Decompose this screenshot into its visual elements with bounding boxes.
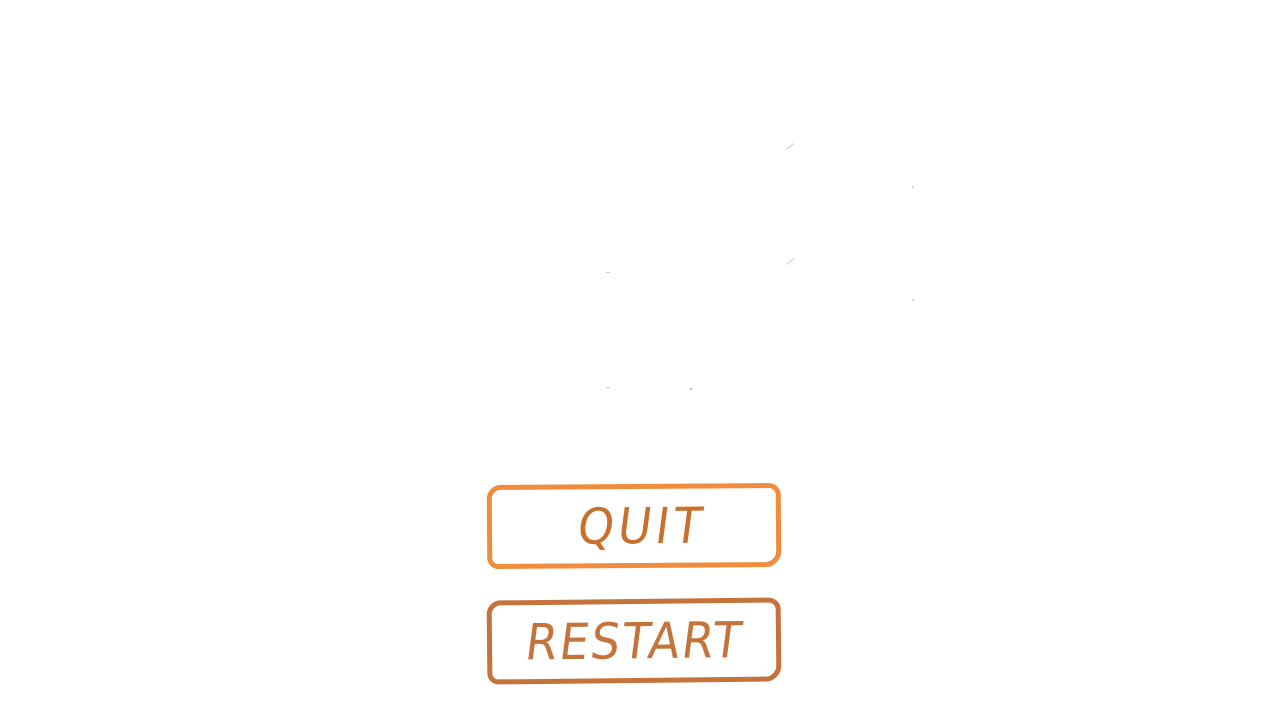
pencil-mark [785, 143, 795, 150]
restart-button-label: RESTART [521, 610, 747, 672]
pencil-mark [912, 299, 914, 301]
quit-button[interactable]: QUIT [486, 482, 782, 570]
pencil-mark [690, 388, 692, 390]
pencil-mark [785, 258, 795, 265]
quit-button-label: QUIT [574, 496, 710, 556]
pencil-mark [912, 186, 914, 188]
game-screen: QUIT RESTART [0, 0, 1280, 720]
pencil-mark [606, 387, 610, 388]
pencil-mark [606, 272, 610, 273]
restart-button[interactable]: RESTART [486, 597, 782, 685]
